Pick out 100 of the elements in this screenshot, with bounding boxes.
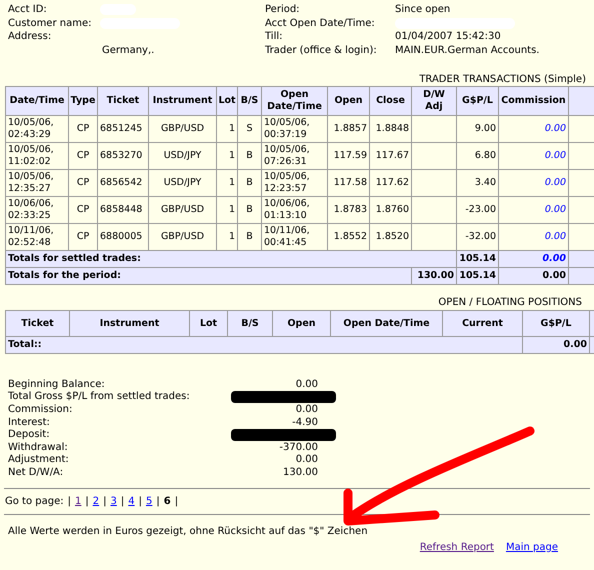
column-header: Type xyxy=(68,86,98,116)
page-link[interactable]: 2 xyxy=(92,494,100,508)
column-header: Ticket xyxy=(6,310,70,336)
separator-text: | xyxy=(174,494,178,508)
column-header: Lot xyxy=(190,310,228,336)
table-cell: 1 xyxy=(216,116,238,142)
table-cell: 105.14 xyxy=(456,250,498,268)
separator-text: | xyxy=(85,494,89,508)
summary-value: -370.00 xyxy=(279,440,318,454)
total-label: Totals for the period: xyxy=(6,268,412,284)
table-cell[interactable]: 0.00 xyxy=(498,196,568,224)
table-cell: -23.00 xyxy=(456,196,498,224)
table-cell: 117.59 xyxy=(328,142,370,170)
current-page: 6 xyxy=(164,494,171,508)
table-cell: 1 xyxy=(216,196,238,224)
summary-value: 130.00 xyxy=(283,466,318,479)
summary-label: Interest: xyxy=(8,416,50,429)
table-cell: 6858448 xyxy=(98,196,148,224)
table-cell: 10/06/06, 01:13:10 xyxy=(262,196,328,224)
summary-value: 0.00 xyxy=(296,453,318,466)
column-header: D/W Adj xyxy=(412,86,456,116)
column-header: Ticket xyxy=(98,86,148,116)
table-title: OPEN / FLOATING POSITIONS xyxy=(438,296,582,310)
field-value: 01/04/2007 15:42:30 xyxy=(395,30,501,44)
table-cell: 9.00 xyxy=(456,116,498,142)
separator-text: | xyxy=(120,494,124,508)
table-cell: 6853270 xyxy=(98,142,148,170)
column-header: Open xyxy=(328,86,370,116)
column-header: Current xyxy=(442,310,522,336)
column-header: Date/Time xyxy=(6,86,68,116)
column-header: Lot xyxy=(216,86,238,116)
nav-link[interactable]: Refresh Report xyxy=(420,540,494,554)
nav-link[interactable]: Main page xyxy=(506,540,558,554)
table-cell: GBP/USD xyxy=(148,196,216,224)
table-cell: 1.8760 xyxy=(370,196,412,224)
column-header: Open xyxy=(272,310,330,336)
field-label: Acct Open Date/Time: xyxy=(265,16,376,30)
address-value: Germany,. xyxy=(102,44,154,57)
summary-label: Net D/W/A: xyxy=(8,466,64,479)
page-link[interactable]: 1 xyxy=(74,494,82,508)
table-cell: 117.58 xyxy=(328,170,370,196)
table-cell: 10/05/06, 12:23:57 xyxy=(262,170,328,196)
table-cell: 1 xyxy=(216,170,238,196)
field-label: Till: xyxy=(265,30,284,44)
table-cell: GBP/USD xyxy=(148,116,216,142)
table-cell: 1.8783 xyxy=(328,196,370,224)
table-cell: 10/05/06, 11:02:02 xyxy=(6,142,68,170)
table-cell: USD/JPY xyxy=(148,170,216,196)
separator-text: | xyxy=(68,494,71,508)
table-cell: 0.00 xyxy=(498,268,568,284)
table-cell: S xyxy=(238,116,262,142)
column-header: Instrument xyxy=(70,310,190,336)
page-link[interactable]: 4 xyxy=(128,494,135,508)
column-header: B/S xyxy=(228,310,272,336)
separator-text: | xyxy=(103,494,106,508)
separator-text: | xyxy=(138,494,142,508)
table-cell: B xyxy=(238,170,262,196)
field-label: Trader (office & login): xyxy=(265,44,378,57)
table-cell: 3.40 xyxy=(456,170,498,196)
table-cell: 10/05/06, 07:26:31 xyxy=(262,142,328,170)
summary-label: Deposit: xyxy=(8,428,50,442)
summary-value: 0.00 xyxy=(296,378,318,391)
field-label: Acct ID: xyxy=(8,3,48,16)
table-cell: 1.8857 xyxy=(328,116,370,142)
column-header: Instrument xyxy=(148,86,216,116)
summary-value: -4.90 xyxy=(292,416,318,429)
table-cell: 6851245 xyxy=(98,116,148,142)
table-cell: 0.00 xyxy=(522,336,590,354)
table-cell: 117.67 xyxy=(370,142,412,170)
separator-text: | xyxy=(156,494,160,508)
page-link[interactable]: 5 xyxy=(146,494,152,508)
table-cell[interactable]: 0.00 xyxy=(498,170,568,196)
total-label: Totals for settled trades: xyxy=(6,250,456,268)
table-cell: USD/JPY xyxy=(148,142,216,170)
table-cell: 117.62 xyxy=(370,170,412,196)
table-cell[interactable]: 0.00 xyxy=(498,142,568,170)
page-link[interactable]: 3 xyxy=(110,494,117,508)
summary-label: Adjustment: xyxy=(8,453,69,466)
pager-label: Go to page: xyxy=(5,494,64,508)
table-cell: 10/05/06, 00:37:19 xyxy=(262,116,328,142)
column-header: Close xyxy=(370,86,412,116)
table-cell: B xyxy=(238,142,262,170)
column-header: Open Date/Time xyxy=(262,86,328,116)
table-cell: CP xyxy=(68,196,98,224)
table-cell: CP xyxy=(68,142,98,170)
table-title: TRADER TRANSACTIONS (Simple) xyxy=(419,73,586,86)
column-header: G$P/L xyxy=(456,86,498,116)
table-cell: CP xyxy=(68,170,98,196)
table-cell: 6.80 xyxy=(456,142,498,170)
table-cell: B xyxy=(238,196,262,224)
field-value: Since open xyxy=(395,3,450,16)
total-label: Total:: xyxy=(6,336,522,354)
table-cell: 1.8848 xyxy=(370,116,412,142)
summary-label: Beginning Balance: xyxy=(8,378,105,391)
table-cell: 10/05/06, 02:43:29 xyxy=(6,116,68,142)
summary-label: Commission: xyxy=(8,402,72,416)
table-cell: 105.14 xyxy=(456,268,498,284)
table-cell: 10/05/06, 12:35:27 xyxy=(6,170,68,196)
table-cell[interactable]: 0.00 xyxy=(498,116,568,142)
table-cell: 130.00 xyxy=(412,268,456,284)
